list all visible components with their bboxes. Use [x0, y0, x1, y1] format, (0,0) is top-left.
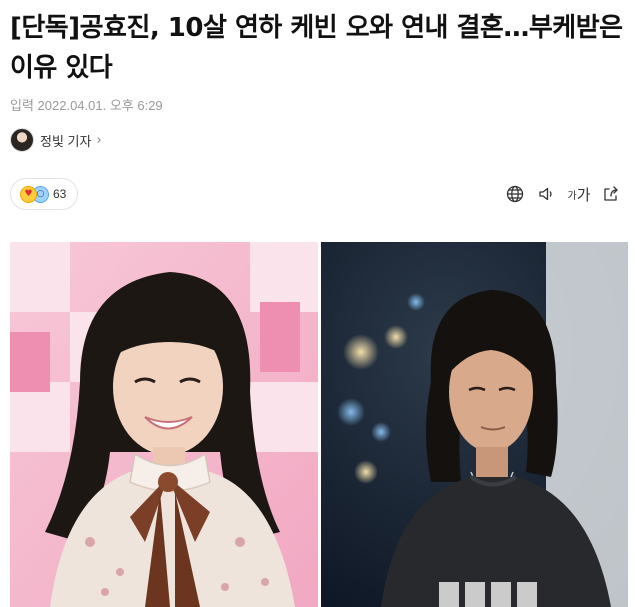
share-icon [604, 186, 618, 201]
reporter-avatar [10, 128, 34, 152]
text-to-speech-button[interactable] [531, 180, 563, 208]
reaction-button[interactable]: ♥ ○ 63 [10, 178, 78, 210]
photo-right-man [321, 242, 628, 607]
article-published-date: 입력 2022.04.01. 오후 6:29 [10, 98, 163, 113]
article-headline: [단독]공효진, 10살 연하 케빈 오와 연내 결혼…부케받은 이유 있다 [10, 13, 623, 83]
share-button[interactable] [595, 180, 627, 208]
love-emoji-icon: ♥ [20, 185, 37, 203]
speaker-icon [539, 187, 552, 201]
photo-left-woman [10, 242, 318, 607]
article-photo [10, 242, 628, 607]
font-size-small-label: 가 [567, 190, 577, 202]
reporter-name: 정빛 기자 [40, 133, 92, 149]
article-toolbar: 가가 [499, 180, 627, 208]
font-size-big-label: 가 [576, 186, 591, 204]
translate-button[interactable] [499, 180, 531, 208]
font-size-button[interactable]: 가가 [563, 180, 595, 208]
reaction-count: 63 [53, 187, 67, 201]
reporter-link[interactable]: 정빛 기자 › [10, 127, 102, 153]
chevron-right-icon: › [96, 132, 102, 148]
globe-icon [506, 185, 524, 203]
